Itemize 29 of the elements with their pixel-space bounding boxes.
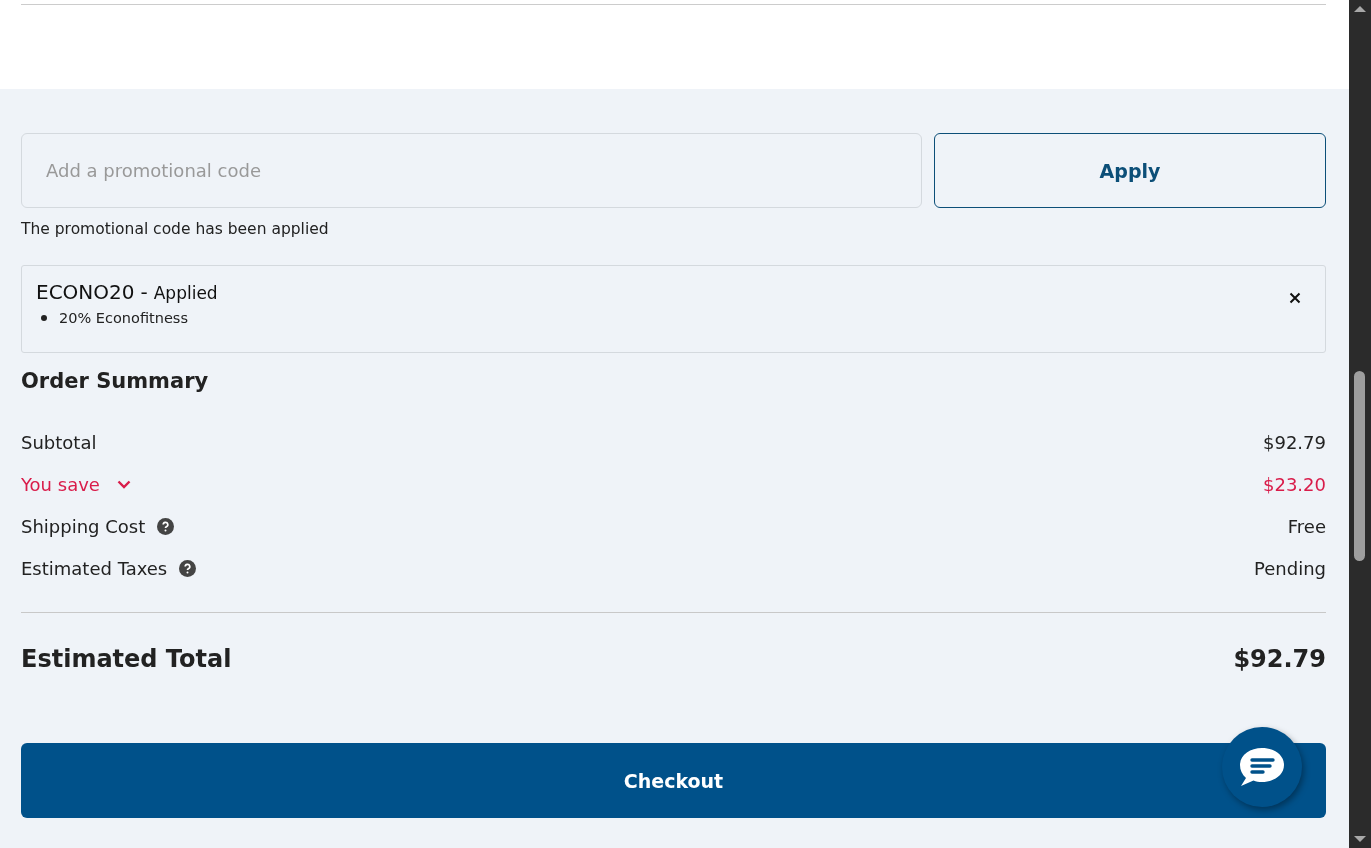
- total-value: $92.79: [1233, 645, 1326, 673]
- discount-detail: 20% Econofitness: [59, 310, 188, 326]
- summary-value: $23.20: [1263, 474, 1326, 495]
- help-icon[interactable]: [179, 560, 197, 577]
- help-icon[interactable]: [157, 518, 175, 535]
- bullet-icon: [41, 315, 47, 321]
- scroll-down-icon[interactable]: [1354, 835, 1366, 843]
- summary-label: Shipping Cost: [21, 516, 146, 537]
- promo-message: The promotional code has been applied: [21, 220, 330, 238]
- total-label: Estimated Total: [21, 645, 232, 673]
- summary-value: Free: [1287, 516, 1326, 537]
- summary-value: Pending: [1254, 558, 1326, 579]
- chat-icon: [1238, 746, 1286, 788]
- chevron-down-icon[interactable]: [116, 480, 131, 489]
- promo-code-field[interactable]: Add a promotional code: [21, 133, 922, 208]
- applied-status: Applied: [153, 283, 218, 303]
- close-button[interactable]: [1287, 290, 1303, 306]
- apply-button[interactable]: Apply: [934, 133, 1326, 208]
- separator: -: [140, 280, 148, 304]
- promo-code: ECONO20: [36, 280, 135, 304]
- scrollbar[interactable]: [1349, 0, 1371, 848]
- summary-label: Estimated Taxes: [21, 558, 168, 579]
- summary-label: Subtotal: [21, 432, 97, 453]
- scroll-up-icon[interactable]: [1354, 5, 1366, 13]
- scroll-thumb[interactable]: [1354, 371, 1365, 561]
- section-title: Order Summary: [21, 369, 210, 393]
- summary-label: You save: [21, 474, 100, 495]
- summary-value: $92.79: [1263, 432, 1326, 453]
- checkout-button[interactable]: Checkout: [21, 743, 1326, 818]
